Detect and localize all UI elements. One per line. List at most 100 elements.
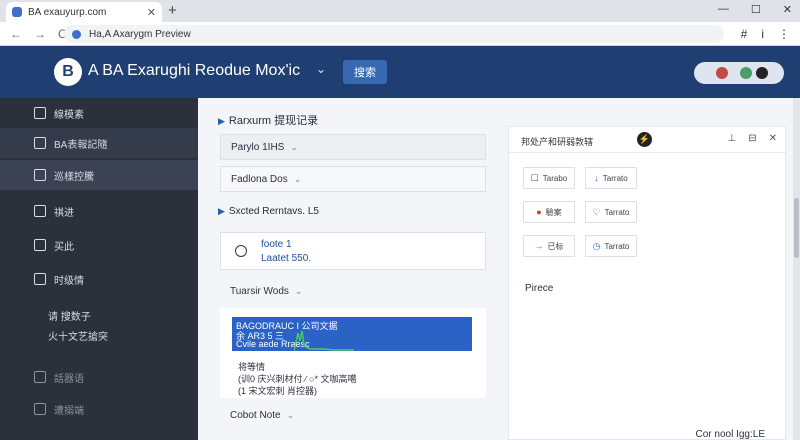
avatar[interactable] — [756, 67, 768, 79]
menu-icon[interactable]: ⋮ — [778, 27, 790, 41]
sidebar-item-8[interactable]: 遭搦端 — [0, 394, 198, 424]
folder-icon — [34, 205, 46, 217]
tab-title: BA exauyurp.com — [28, 6, 107, 18]
user-status-pill[interactable] — [694, 62, 784, 84]
card-line-2: Laatet 550. — [261, 253, 312, 264]
action-button-4[interactable]: ♡ Tarrato — [585, 201, 637, 223]
main-content: ▶ Rarxurm 提现记录 Parylo 1IHS ⌄ Fadlona Dos ⌄ … — [198, 98, 800, 440]
expand-arrow-icon: ▶ — [218, 116, 225, 126]
alert-dot-icon — [716, 67, 728, 79]
shield-icon — [34, 371, 46, 383]
settings-icon — [235, 245, 247, 257]
sidebar-item-label: 線模素 — [54, 109, 84, 121]
comment-icon: ☐ — [530, 172, 539, 183]
browser-tab[interactable]: BA exauyurp.com ✕ — [6, 2, 162, 22]
collapse-icon[interactable]: ⊟ — [748, 133, 756, 144]
panel-controls: ⊥ ⊟ ✕ — [728, 133, 778, 144]
info-icon[interactable]: i — [761, 27, 764, 41]
sidebar-item-label: 时级情 — [54, 275, 84, 287]
back-button[interactable]: ← — [10, 27, 22, 41]
sidebar-item-6[interactable]: 时级情 — [0, 264, 198, 294]
right-panel-title: 邦处产和研弱敦辖 — [521, 137, 594, 147]
site-favicon-icon — [12, 7, 22, 17]
site-info-icon[interactable] — [72, 29, 81, 39]
sidebar-item-5[interactable]: 买此 — [0, 230, 198, 260]
sidebar-item-3[interactable]: 巡樣控騰 — [0, 160, 198, 190]
chevron-down-icon: ⌄ — [294, 285, 303, 296]
search-button[interactable]: 搜索 — [343, 60, 387, 84]
expand-arrow-icon: ▶ — [218, 206, 225, 216]
app-header: B A BA Exarughi Reodue Mox'ic ⌄ 搜索 — [0, 46, 800, 98]
panel-footer-text: Cor nool Igg:LE — [695, 429, 766, 440]
sparkline — [294, 330, 354, 351]
bolt-icon[interactable]: ⚡ — [637, 132, 652, 147]
chart-caption-3: (1 宋文宏刺 肖控器) — [238, 386, 318, 396]
select-3[interactable]: Tuarsir Wods ⌄ — [220, 278, 486, 304]
extension-icon[interactable]: # — [741, 27, 748, 41]
browser-toolbar: ← → C Ha,A Axarygm Preview # i ⋮ — [0, 22, 800, 46]
sidebar-item-label: 巡樣控騰 — [54, 171, 94, 183]
chart-icon — [34, 169, 46, 181]
close-icon[interactable]: ✕ — [769, 133, 777, 144]
price-link[interactable]: Pirece — [525, 283, 553, 294]
nav-buttons: ← → C — [10, 27, 67, 41]
sidebar-item-1[interactable]: 線模素 — [0, 98, 198, 128]
action-button-6[interactable]: ◷ Tarrato — [585, 235, 637, 257]
heart-icon: ♡ — [592, 206, 601, 217]
chevron-down-icon: ⌄ — [293, 173, 302, 184]
chevron-down-icon: ⌄ — [290, 141, 298, 152]
browser-tab-strip: BA exauyurp.com ✕ + — ☐ ✕ — [0, 0, 800, 22]
sidebar-item-7[interactable]: 話器语 — [0, 362, 198, 392]
sidebar-subitem-1[interactable]: 请 搜数子 — [48, 308, 91, 323]
sidebar-item-label: BA表報記隨 — [54, 139, 108, 151]
bar-chart-icon — [34, 239, 46, 251]
minimize-button[interactable]: — — [718, 3, 729, 16]
sidebar-subitem-2[interactable]: 火十文艺搶突 — [48, 328, 108, 343]
app-logo[interactable]: B — [54, 58, 82, 86]
sidebar-item-label: 买此 — [54, 241, 74, 253]
tab-close-icon[interactable]: ✕ — [147, 6, 156, 19]
new-tab-button[interactable]: + — [168, 2, 177, 19]
chrome-icon — [34, 107, 46, 119]
maximize-button[interactable]: ☐ — [751, 3, 761, 16]
window-controls: — ☐ ✕ — [718, 3, 792, 16]
sidebar-item-label: 遭搦端 — [54, 405, 84, 417]
info-card[interactable]: foote 1 Laatet 550. — [220, 232, 486, 270]
close-window-button[interactable]: ✕ — [783, 3, 792, 16]
browser-actions: # i ⋮ — [741, 27, 790, 41]
address-text: Ha,A Axarygm Preview — [89, 28, 191, 40]
select-1[interactable]: Parylo 1IHS ⌄ — [220, 134, 486, 160]
action-button-2[interactable]: ↓ Tarrato — [585, 167, 637, 189]
right-panel: 邦处产和研弱敦辖 ⚡ ⊥ ⊟ ✕ ☐ Tarabo ↓ Tarrato ● 驗案… — [508, 126, 787, 440]
arrow-right-icon: → — [534, 241, 544, 251]
select-4[interactable]: Cobot Note ⌄ — [220, 402, 486, 428]
card-line-1: foote 1 — [261, 239, 292, 250]
edit-icon — [34, 137, 46, 149]
select-2[interactable]: Fadlona Dos ⌄ — [220, 166, 486, 192]
sidebar-item-4[interactable]: 祺进 — [0, 196, 198, 226]
sidebar-item-2[interactable]: BA表報記隨 — [0, 128, 198, 158]
chevron-down-icon[interactable]: ⌄ — [316, 62, 326, 76]
alert-icon: ● — [536, 207, 542, 217]
scrollbar[interactable] — [793, 98, 800, 440]
sidebar-item-label: 祺进 — [54, 207, 74, 219]
section-title-1: ▶ Rarxurm 提现记录 — [218, 115, 319, 127]
pin-icon[interactable]: ⊥ — [728, 133, 737, 144]
right-panel-header: 邦处产和研弱敦辖 ⚡ ⊥ ⊟ ✕ — [509, 127, 787, 153]
download-icon: ↓ — [594, 173, 599, 183]
action-button-3[interactable]: ● 驗案 — [523, 201, 575, 223]
action-button-5[interactable]: → 已标 — [523, 235, 575, 257]
grid-icon — [34, 403, 46, 415]
chevron-down-icon: ⌄ — [286, 409, 295, 420]
section-title-2: ▶ Sxcted Rerntavs. L5 — [218, 206, 319, 217]
address-bar[interactable]: Ha,A Axarygm Preview — [64, 25, 724, 43]
app-title: A BA Exarughi Reodue Mox'ic — [88, 62, 301, 79]
action-button-1[interactable]: ☐ Tarabo — [523, 167, 575, 189]
chart-preview[interactable]: BAGODRAUC I 公司文据 余 AR3 5 三 Cvile aede Rr… — [232, 317, 472, 351]
forward-button[interactable]: → — [34, 27, 46, 41]
online-dot-icon — [740, 67, 752, 79]
clock-icon: ◷ — [592, 240, 601, 251]
clock-icon — [34, 273, 46, 285]
scrollbar-thumb[interactable] — [794, 198, 799, 258]
sidebar: 線模素 BA表報記隨 巡樣控騰 祺进 买此 时级情 请 搜数子 火十文艺搶突 話… — [0, 98, 198, 440]
